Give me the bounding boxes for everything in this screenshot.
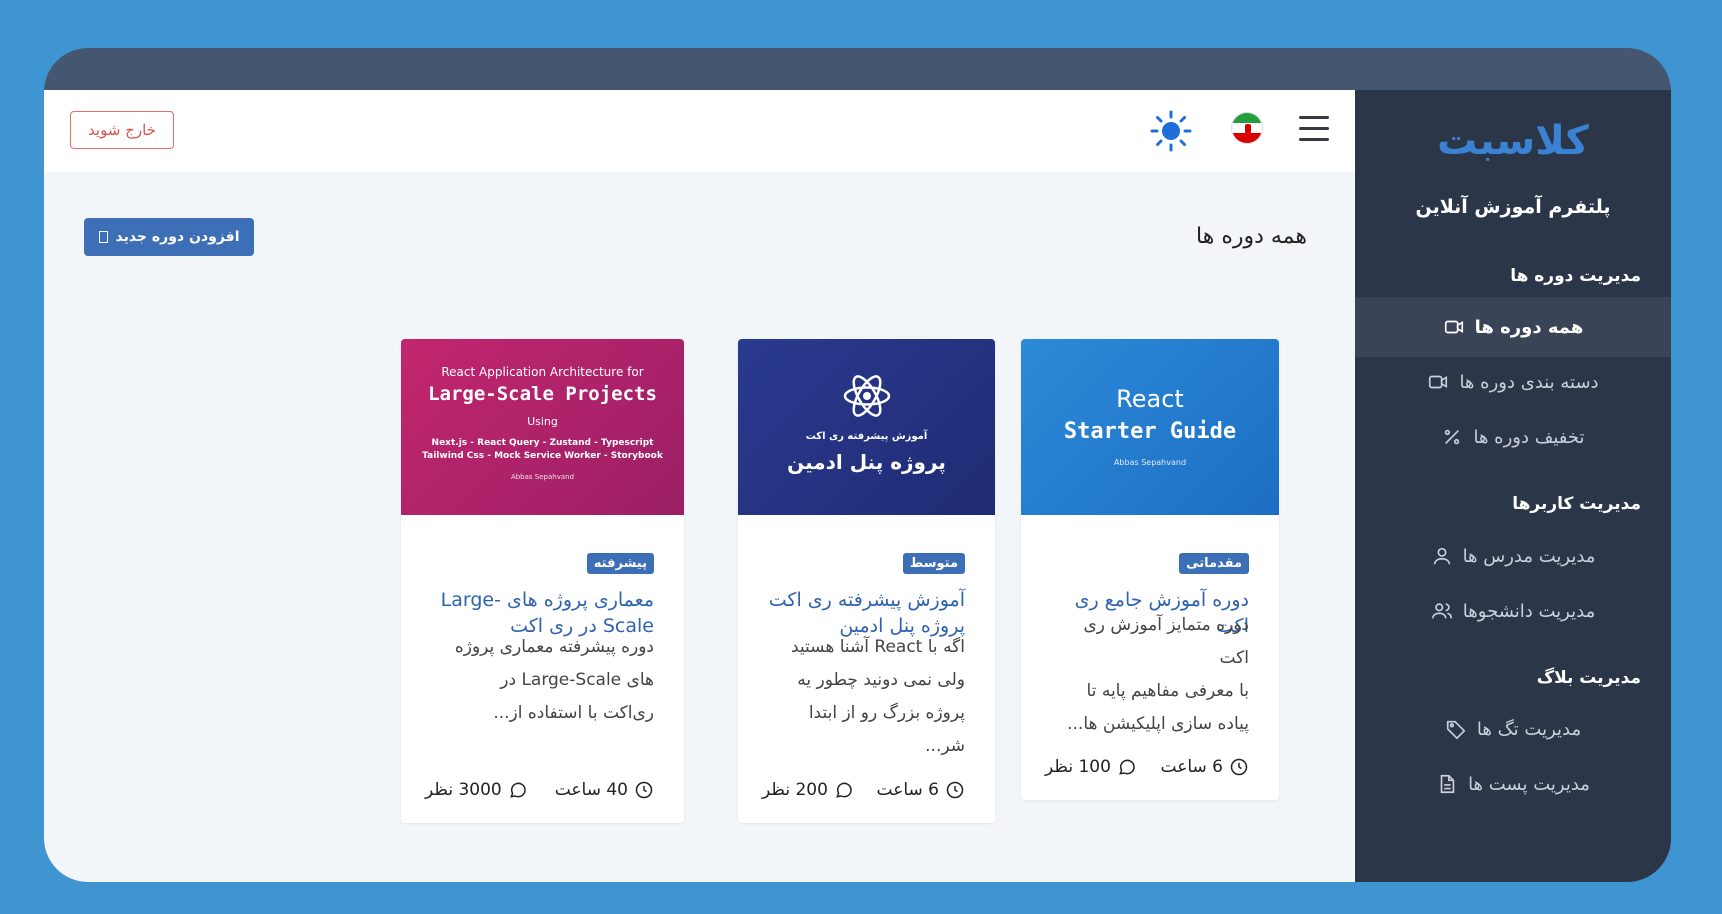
comment-icon [1119, 759, 1135, 775]
clock-icon [946, 781, 964, 799]
comments: 3000 نظر [425, 780, 528, 800]
clock-icon [635, 781, 653, 799]
sidebar-item-teachers[interactable]: مدیریت مدرس ها [1355, 526, 1671, 586]
course-meta: 40 ساعت 3000 نظر [425, 780, 654, 800]
thumb-line: React [1116, 385, 1184, 413]
sidebar-item-posts[interactable]: مدیریت پست ها [1355, 754, 1671, 814]
square-icon [98, 231, 108, 243]
level-badge: متوسط [902, 553, 965, 574]
sidebar-item-course-discounts[interactable]: تخفیف دوره ها [1355, 407, 1671, 467]
level-badge: مقدماتی [1179, 553, 1249, 574]
level-badge: پیشرفته [586, 553, 654, 574]
sidebar-item-course-categories[interactable]: دسته بندی دوره ها [1355, 352, 1671, 412]
course-description: اگه با React آشنا هستید ولی نمی دونید چط… [791, 637, 965, 756]
course-thumbnail: React Starter Guide Abbas Sepahvand [1021, 339, 1279, 515]
course-thumbnail: React Application Architecture for Large… [401, 339, 684, 515]
course-thumbnail: آموزش پیشرفته ری اکت پروژه پنل ادمین [738, 339, 995, 515]
section-blog-title: مدیریت بلاگ [1536, 668, 1641, 688]
sidebar-item-label: مدیریت دانشجوها [1462, 600, 1596, 622]
clock-icon [1230, 758, 1248, 776]
section-courses-title: مدیریت دوره ها [1510, 266, 1641, 286]
thumb-line: Next.js - React Query - Zustand - Typesc… [431, 438, 654, 448]
thumb-line: Tailwind Css - Mock Service Worker - Sto… [422, 451, 663, 461]
course-meta: 6 ساعت 100 نظر [1045, 757, 1249, 777]
course-meta: 6 ساعت 200 نظر [762, 780, 965, 800]
thumb-line: Starter Guide [1063, 419, 1237, 444]
percent-icon [1445, 429, 1460, 445]
add-course-button[interactable]: افزودن دوره جدید [84, 218, 254, 256]
video-icon [1444, 320, 1463, 334]
platform-title: پلتفرم آموزش آنلاین [1415, 196, 1611, 218]
logout-button[interactable]: خارج شوید [70, 111, 174, 149]
file-icon [1440, 774, 1455, 794]
sidebar-item-tags[interactable]: مدیریت تگ ها [1355, 699, 1671, 759]
add-course-label: افزودن دوره جدید [115, 229, 240, 245]
thumb-line: Using [527, 415, 558, 428]
course-description: دوره پیشرفته معماری پروژه های Large-Scal… [454, 637, 654, 723]
language-flag-icon[interactable] [1231, 112, 1263, 144]
course-card[interactable]: آموزش پیشرفته ری اکت پروژه پنل ادمین متو… [738, 339, 995, 823]
menu-toggle-icon[interactable] [1299, 116, 1329, 144]
duration: 6 ساعت [1161, 757, 1250, 777]
theme-toggle-icon[interactable] [1150, 110, 1192, 152]
thumb-author: Abbas Sepahvand [1113, 458, 1187, 467]
page-title: همه دوره ها [1196, 224, 1307, 249]
course-card[interactable]: React Starter Guide Abbas Sepahvand مقدم… [1021, 339, 1279, 800]
course-card[interactable]: React Application Architecture for Large… [401, 339, 684, 823]
sidebar-item-label: تخفیف دوره ها [1473, 426, 1585, 448]
topbar: خارج شوید [44, 90, 1355, 172]
sidebar-item-label: دسته بندی دوره ها [1459, 371, 1599, 393]
video-icon [1429, 375, 1448, 389]
sidebar-item-label: مدیریت پست ها [1468, 773, 1590, 795]
comment-icon [509, 782, 526, 798]
duration: 6 ساعت [877, 780, 966, 800]
thumb-author: Abbas Sepahvand [510, 473, 575, 481]
sidebar-item-label: مدیریت مدرس ها [1462, 545, 1596, 567]
comment-icon [836, 782, 852, 798]
thumb-line: Large-Scale Projects [428, 383, 657, 405]
section-users-title: مدیریت کاربرها [1512, 494, 1641, 514]
thumb-line: پروژه پنل ادمین [787, 450, 946, 474]
thumb-line: React Application Architecture for [441, 365, 644, 379]
comments: 200 نظر [762, 780, 854, 800]
tag-icon [1446, 720, 1466, 740]
main-content: خارج شوید همه دوره ها افزودن دوره جدید R… [44, 90, 1355, 882]
logo: کلاسبت [1437, 118, 1590, 164]
sidebar-item-students[interactable]: مدیریت دانشجوها [1355, 581, 1671, 641]
course-description: دوره متمایز آموزش ری اکت با معرفی مفاهیم… [1067, 615, 1249, 734]
user-icon [1433, 547, 1450, 565]
sidebar: کلاسبت پلتفرم آموزش آنلاین مدیریت دوره ه… [1355, 90, 1671, 882]
sidebar-item-label: همه دوره ها [1474, 316, 1584, 338]
react-logo-icon [843, 375, 890, 417]
app-window: کلاسبت پلتفرم آموزش آنلاین مدیریت دوره ه… [44, 48, 1671, 882]
sidebar-item-label: مدیریت تگ ها [1476, 718, 1582, 740]
users-icon [1431, 603, 1452, 619]
thumb-line: آموزش پیشرفته ری اکت [805, 431, 928, 442]
comments: 100 نظر [1045, 757, 1137, 777]
sidebar-item-all-courses[interactable]: همه دوره ها [1355, 297, 1671, 357]
duration: 40 ساعت [555, 780, 654, 800]
